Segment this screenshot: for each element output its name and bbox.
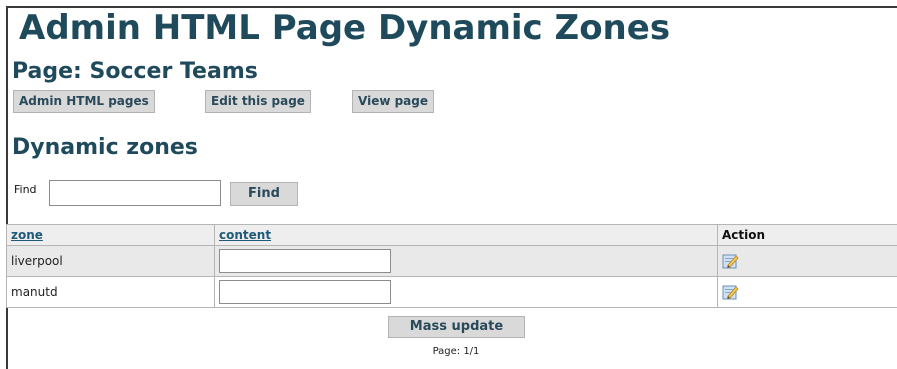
- table-row: liverpool: [6, 245, 897, 277]
- pagination-text: Page: 1/1: [432, 346, 480, 357]
- mass-update-button[interactable]: Mass update: [388, 316, 525, 338]
- content-column-header: content: [214, 224, 718, 246]
- zone-column-header: zone: [6, 224, 215, 246]
- zone-cell: manutd: [6, 276, 215, 308]
- page-subtitle: Page: Soccer Teams: [12, 59, 258, 84]
- table-row: manutd: [6, 276, 897, 308]
- sort-by-zone-link[interactable]: zone: [11, 228, 43, 242]
- find-button[interactable]: Find: [230, 182, 298, 206]
- content-cell: [214, 245, 718, 277]
- content-cell: [214, 276, 718, 308]
- edit-icon[interactable]: [722, 253, 739, 270]
- zone-cell: liverpool: [6, 245, 215, 277]
- zones-table: zone content Action liverpool manutd: [6, 224, 897, 308]
- view-page-button[interactable]: View page: [352, 90, 435, 113]
- action-cell: [717, 245, 897, 277]
- admin-html-pages-button[interactable]: Admin HTML pages: [13, 90, 155, 113]
- find-input[interactable]: [49, 180, 221, 206]
- action-column-header: Action: [717, 224, 897, 246]
- section-title: Dynamic zones: [12, 135, 198, 160]
- edit-this-page-button[interactable]: Edit this page: [205, 90, 311, 113]
- action-cell: [717, 276, 897, 308]
- content-input[interactable]: [219, 280, 391, 304]
- edit-icon[interactable]: [722, 284, 739, 301]
- content-input[interactable]: [219, 249, 391, 273]
- page-title: Admin HTML Page Dynamic Zones: [19, 8, 671, 48]
- table-header-row: zone content Action: [6, 224, 897, 246]
- sort-by-content-link[interactable]: content: [219, 228, 271, 242]
- find-label: Find: [14, 183, 37, 196]
